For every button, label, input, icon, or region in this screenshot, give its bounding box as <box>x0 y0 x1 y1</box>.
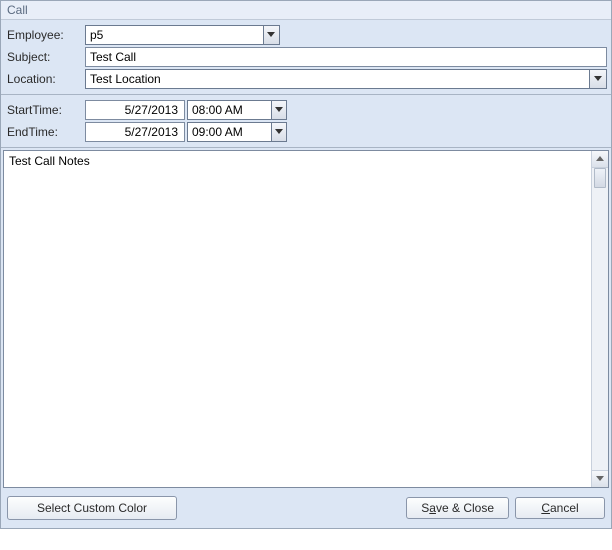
starttime-row: StartTime: <box>5 100 607 120</box>
time-section: StartTime: EndTime: <box>1 95 611 148</box>
scroll-track[interactable] <box>592 168 608 470</box>
location-combo[interactable] <box>85 69 607 89</box>
chevron-up-icon <box>596 156 604 162</box>
employee-input[interactable] <box>86 26 263 44</box>
employee-combo[interactable] <box>85 25 280 45</box>
chevron-down-icon <box>596 476 604 482</box>
endtime-label: EndTime: <box>5 125 85 139</box>
scroll-down-button[interactable] <box>592 470 608 487</box>
location-dropdown-button[interactable] <box>589 70 606 88</box>
location-input[interactable] <box>86 70 589 88</box>
location-row: Location: <box>5 69 607 89</box>
chevron-down-icon <box>275 129 283 135</box>
chevron-down-icon <box>594 76 602 82</box>
select-custom-color-button[interactable]: Select Custom Color <box>7 496 177 520</box>
window-title: Call <box>1 1 611 20</box>
footer: Select Custom Color Save & Close Cancel <box>1 490 611 528</box>
scroll-up-button[interactable] <box>592 151 608 168</box>
end-time-dropdown-button[interactable] <box>271 123 286 141</box>
chevron-down-icon <box>275 107 283 113</box>
end-date-input[interactable] <box>85 122 185 142</box>
starttime-label: StartTime: <box>5 103 85 117</box>
subject-label: Subject: <box>5 50 85 64</box>
employee-label: Employee: <box>5 28 85 42</box>
notes-area <box>3 150 609 488</box>
subject-input[interactable] <box>85 47 607 67</box>
end-time-combo[interactable] <box>187 122 287 142</box>
end-time-input[interactable] <box>188 123 271 141</box>
save-close-button[interactable]: Save & Close <box>406 497 509 519</box>
call-dialog: Call Employee: Subject: Location: <box>0 0 612 529</box>
chevron-down-icon <box>267 32 275 38</box>
employee-row: Employee: <box>5 25 607 45</box>
start-time-dropdown-button[interactable] <box>271 101 286 119</box>
header-section: Employee: Subject: Location: <box>1 20 611 95</box>
endtime-row: EndTime: <box>5 122 607 142</box>
start-time-input[interactable] <box>188 101 271 119</box>
subject-row: Subject: <box>5 47 607 67</box>
cancel-button[interactable]: Cancel <box>515 497 605 519</box>
notes-textarea[interactable] <box>4 151 591 487</box>
start-time-combo[interactable] <box>187 100 287 120</box>
scroll-thumb[interactable] <box>594 168 606 188</box>
location-label: Location: <box>5 72 85 86</box>
start-date-input[interactable] <box>85 100 185 120</box>
employee-dropdown-button[interactable] <box>263 26 279 44</box>
notes-scrollbar[interactable] <box>591 151 608 487</box>
